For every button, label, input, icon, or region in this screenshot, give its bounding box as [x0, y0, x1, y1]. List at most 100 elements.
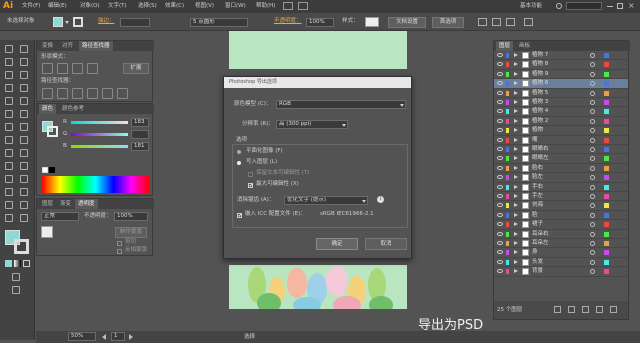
- search-field[interactable]: [566, 2, 602, 10]
- visibility-eye-icon[interactable]: [497, 81, 503, 86]
- blend-tool-icon[interactable]: [20, 175, 28, 183]
- expand-triangle-icon[interactable]: [514, 259, 518, 264]
- intersect-icon[interactable]: [72, 63, 83, 74]
- target-circle-icon[interactable]: [590, 90, 595, 96]
- workspace-switcher[interactable]: 基本功能: [520, 3, 542, 10]
- layer-name[interactable]: 脸左: [532, 174, 543, 181]
- menu-edit[interactable]: 编辑(E): [48, 3, 67, 10]
- menu-view[interactable]: 视图(V): [195, 3, 214, 10]
- preserve-text-checkbox[interactable]: [248, 172, 253, 177]
- type-tool-icon[interactable]: [5, 84, 13, 92]
- selection-tool-icon[interactable]: [5, 45, 13, 53]
- layer-name[interactable]: 嘴: [532, 137, 538, 144]
- visibility-eye-icon[interactable]: [497, 137, 503, 142]
- target-circle-icon[interactable]: [590, 250, 595, 256]
- outline-icon[interactable]: [102, 88, 113, 99]
- expand-triangle-icon[interactable]: [514, 175, 518, 180]
- expand-triangle-icon[interactable]: [514, 109, 518, 114]
- layer-row[interactable]: 手右: [494, 183, 628, 192]
- blend-mode-select[interactable]: 正常: [41, 212, 79, 221]
- menu-window[interactable]: 窗口(W): [225, 3, 246, 10]
- line-tool-icon[interactable]: [20, 84, 28, 92]
- expand-triangle-icon[interactable]: [514, 165, 518, 170]
- visibility-eye-icon[interactable]: [497, 269, 503, 274]
- layer-row[interactable]: 植物 3: [494, 98, 628, 108]
- layer-name[interactable]: 植物 2: [532, 118, 548, 125]
- merge-icon[interactable]: [72, 88, 83, 99]
- visibility-eye-icon[interactable]: [497, 165, 503, 170]
- target-circle-icon[interactable]: [590, 241, 595, 246]
- isolate-icon[interactable]: [506, 18, 515, 26]
- width-tool-icon[interactable]: [5, 136, 13, 144]
- layer-name[interactable]: 耳朵左: [532, 240, 549, 247]
- new-sublayer-icon[interactable]: [582, 306, 589, 313]
- channel-g-slider[interactable]: [71, 133, 128, 136]
- tab-gradient[interactable]: 渐变: [57, 199, 74, 209]
- layer-name[interactable]: 裙子: [532, 221, 543, 228]
- expand-triangle-icon[interactable]: [514, 100, 518, 104]
- target-circle-icon[interactable]: [590, 203, 595, 209]
- visibility-eye-icon[interactable]: [497, 212, 503, 217]
- free-transform-tool-icon[interactable]: [20, 136, 28, 144]
- visibility-eye-icon[interactable]: [497, 184, 503, 189]
- layer-row[interactable]: 头发: [494, 258, 628, 268]
- expand-triangle-icon[interactable]: [514, 222, 518, 227]
- minus-back-icon[interactable]: [117, 88, 128, 99]
- target-circle-icon[interactable]: [590, 259, 595, 265]
- fill-swatch[interactable]: [53, 17, 63, 27]
- target-circle-icon[interactable]: [590, 53, 595, 58]
- visibility-eye-icon[interactable]: [497, 175, 503, 180]
- eraser-tool-icon[interactable]: [20, 110, 28, 118]
- menu-select[interactable]: 选择(S): [138, 3, 157, 10]
- layer-row[interactable]: 植物 7: [494, 51, 628, 61]
- make-mask-button[interactable]: 制作蒙版: [115, 227, 147, 238]
- resolution-select[interactable]: 高 (300 ppi): [276, 120, 348, 129]
- target-circle-icon[interactable]: [590, 184, 595, 190]
- preferences-button[interactable]: 首选项: [432, 17, 464, 28]
- style-swatch[interactable]: [365, 17, 379, 27]
- layer-name[interactable]: 植物 9: [532, 71, 548, 78]
- visibility-eye-icon[interactable]: [497, 62, 503, 67]
- column-graph-tool-icon[interactable]: [20, 188, 28, 196]
- layer-row[interactable]: 脸: [494, 211, 628, 221]
- trim-icon[interactable]: [57, 88, 68, 99]
- hand-tool-icon[interactable]: [5, 214, 13, 222]
- layer-row[interactable]: 裙子: [494, 220, 628, 230]
- max-editability-checkbox[interactable]: ✔: [248, 183, 253, 189]
- layer-row[interactable]: 脸左: [494, 173, 628, 183]
- shape-builder-tool-icon[interactable]: [5, 149, 13, 157]
- divide-icon[interactable]: [42, 88, 53, 99]
- tab-color[interactable]: 颜色: [39, 104, 57, 114]
- layer-row[interactable]: 植物 2: [494, 117, 628, 127]
- layer-name[interactable]: 身: [532, 249, 538, 256]
- expand-button[interactable]: 扩展: [123, 63, 149, 74]
- layer-name[interactable]: 手右: [532, 184, 543, 191]
- layer-row[interactable]: 嘴: [494, 136, 628, 145]
- visibility-eye-icon[interactable]: [497, 71, 503, 76]
- symbol-sprayer-tool-icon[interactable]: [5, 188, 13, 196]
- expand-triangle-icon[interactable]: [514, 53, 518, 57]
- visibility-eye-icon[interactable]: [497, 128, 503, 133]
- layer-row[interactable]: 植物 4: [494, 107, 628, 117]
- none-mode-icon[interactable]: [23, 260, 30, 267]
- stroke-color-swatch[interactable]: [14, 239, 29, 254]
- expand-triangle-icon[interactable]: [514, 128, 518, 133]
- visibility-eye-icon[interactable]: [497, 53, 503, 57]
- transform-icon[interactable]: [492, 18, 501, 26]
- expand-triangle-icon[interactable]: [514, 241, 518, 245]
- target-circle-icon[interactable]: [590, 62, 595, 68]
- layer-name[interactable]: 植物 3: [532, 99, 548, 106]
- layer-row[interactable]: 眼睛右: [494, 145, 628, 155]
- panel-stroke-swatch[interactable]: [47, 126, 58, 137]
- perspective-tool-icon[interactable]: [20, 149, 28, 157]
- target-circle-icon[interactable]: [590, 137, 595, 143]
- layer-name[interactable]: 植物 6: [532, 80, 548, 87]
- expand-triangle-icon[interactable]: [514, 203, 518, 208]
- layer-row[interactable]: 植物 6: [494, 79, 628, 89]
- layer-name[interactable]: 脸右: [532, 165, 543, 172]
- channel-g-field[interactable]: [131, 130, 149, 139]
- antialias-select[interactable]: 优化文字 (提示): [284, 196, 368, 205]
- invert-mask-checkbox[interactable]: [117, 249, 122, 254]
- expand-triangle-icon[interactable]: [514, 147, 518, 151]
- search-icon[interactable]: [556, 3, 562, 9]
